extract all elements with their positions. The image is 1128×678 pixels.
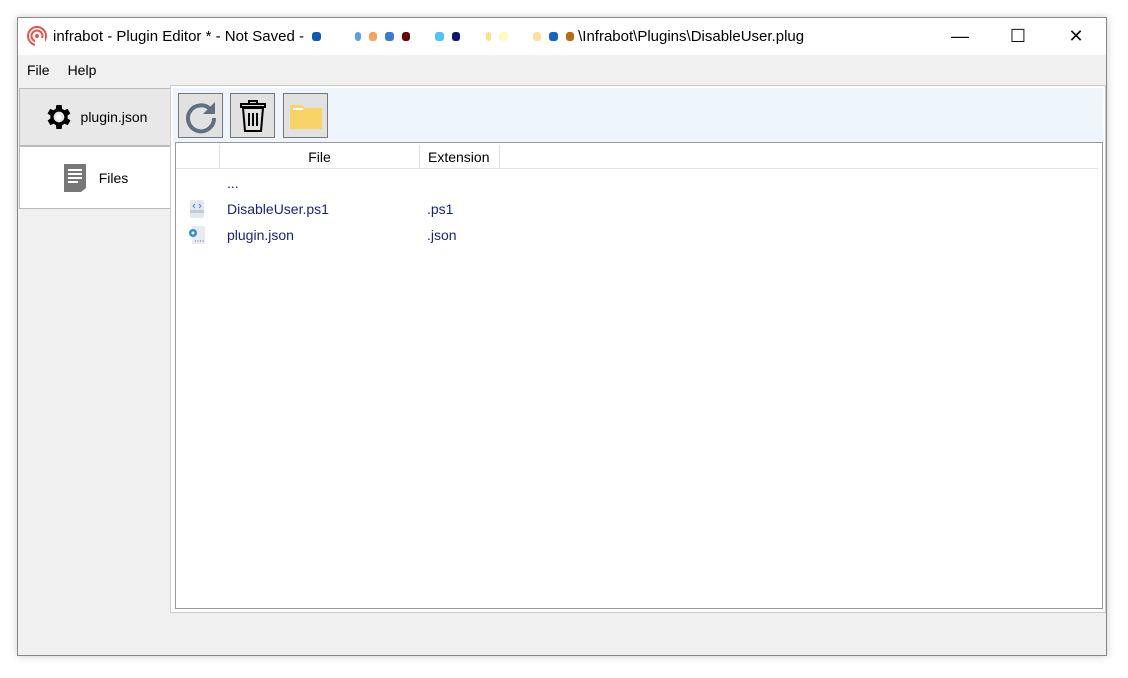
column-header-file[interactable]: File [220, 145, 420, 168]
refresh-button[interactable] [178, 93, 223, 138]
config-file-icon [189, 226, 205, 244]
file-extension: .ps1 [427, 201, 454, 217]
tab-plugin-json[interactable]: plugin.json [19, 88, 171, 146]
maximize-button[interactable]: ☐ [989, 18, 1047, 55]
menu-help[interactable]: Help [59, 62, 106, 78]
tab-label: plugin.json [80, 109, 148, 125]
trash-icon [239, 99, 266, 132]
minimize-button[interactable]: — [931, 18, 989, 55]
infrabot-logo-icon [27, 26, 47, 46]
redacted-path [308, 32, 578, 41]
script-file-icon [190, 200, 204, 218]
list-item[interactable]: DisableUser.ps1 .ps1 [176, 196, 1098, 222]
tab-files[interactable]: Files [19, 146, 171, 209]
title-bar: infrabot - Plugin Editor * - Not Saved -… [18, 18, 1106, 55]
open-folder-button[interactable] [283, 93, 328, 138]
list-item-parent[interactable]: ... [176, 170, 1098, 196]
refresh-icon [185, 101, 216, 133]
file-extension: .json [427, 227, 457, 243]
column-header-extension[interactable]: Extension [420, 145, 500, 168]
list-header: File Extension [176, 145, 1098, 169]
gear-icon [47, 105, 70, 129]
menu-file[interactable]: File [18, 62, 59, 78]
plugin-editor-window: infrabot - Plugin Editor * - Not Saved -… [17, 17, 1107, 656]
tab-label: Files [98, 169, 129, 186]
file-list: File Extension ... DisableUser.ps1 .ps1 … [175, 142, 1103, 609]
folder-icon [289, 104, 322, 129]
document-icon [63, 163, 86, 192]
column-header-icon[interactable] [176, 145, 220, 168]
list-item[interactable]: plugin.json .json [176, 222, 1098, 248]
menu-bar: File Help [18, 55, 1106, 85]
window-title: infrabot - Plugin Editor * - Not Saved - [53, 28, 309, 45]
file-name: plugin.json [227, 227, 294, 243]
file-name: DisableUser.ps1 [227, 201, 329, 217]
window-title-path: \Infrabot\Plugins\DisableUser.plug [578, 28, 805, 45]
files-panel: File Extension ... DisableUser.ps1 .ps1 … [170, 85, 1106, 613]
close-button[interactable]: ✕ [1047, 18, 1105, 55]
file-name: ... [227, 175, 239, 191]
toolbar [173, 88, 1103, 142]
delete-button[interactable] [230, 93, 275, 138]
